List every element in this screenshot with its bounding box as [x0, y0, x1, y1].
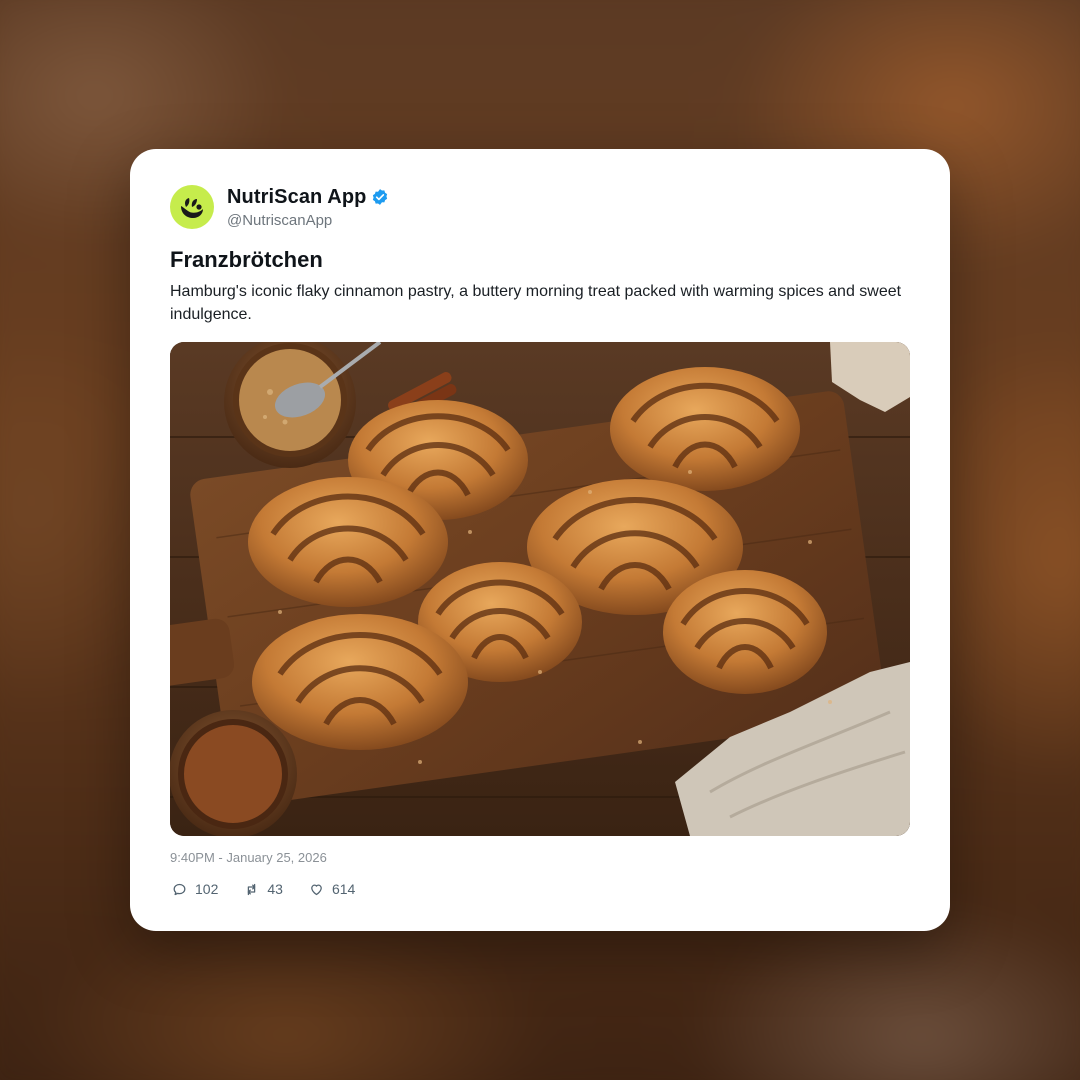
display-name[interactable]: NutriScan App [227, 186, 366, 209]
post-text: Hamburg's iconic flaky cinnamon pastry, … [170, 283, 902, 323]
reply-icon [173, 883, 186, 895]
post-timestamp[interactable]: 9:40PM - January 25, 2026 [170, 850, 327, 865]
account-info: NutriScan App @NutriscanApp [227, 186, 389, 229]
verified-badge-icon [371, 188, 389, 206]
like-count: 614 [331, 881, 356, 897]
post-header: NutriScan App @NutriscanApp [170, 185, 389, 229]
heart-icon [311, 884, 322, 895]
repost-count: 43 [267, 881, 283, 897]
post-card: NutriScan App @NutriscanApp Franzbrötche… [130, 149, 950, 931]
repost-icon [248, 883, 256, 895]
post-title: Franzbrötchen [170, 247, 323, 272]
leaf-logo-icon [181, 198, 203, 218]
post-image[interactable] [170, 342, 910, 836]
reply-button[interactable]: 102 [172, 881, 218, 897]
repost-button[interactable]: 43 [244, 881, 283, 897]
name-row: NutriScan App [227, 186, 389, 209]
handle[interactable]: @NutriscanApp [227, 212, 389, 229]
engagement-bar: 102 43 614 [172, 881, 381, 897]
like-button[interactable]: 614 [309, 881, 355, 897]
avatar[interactable] [170, 185, 214, 229]
pastries-photo [170, 342, 910, 836]
reply-count: 102 [195, 881, 219, 897]
